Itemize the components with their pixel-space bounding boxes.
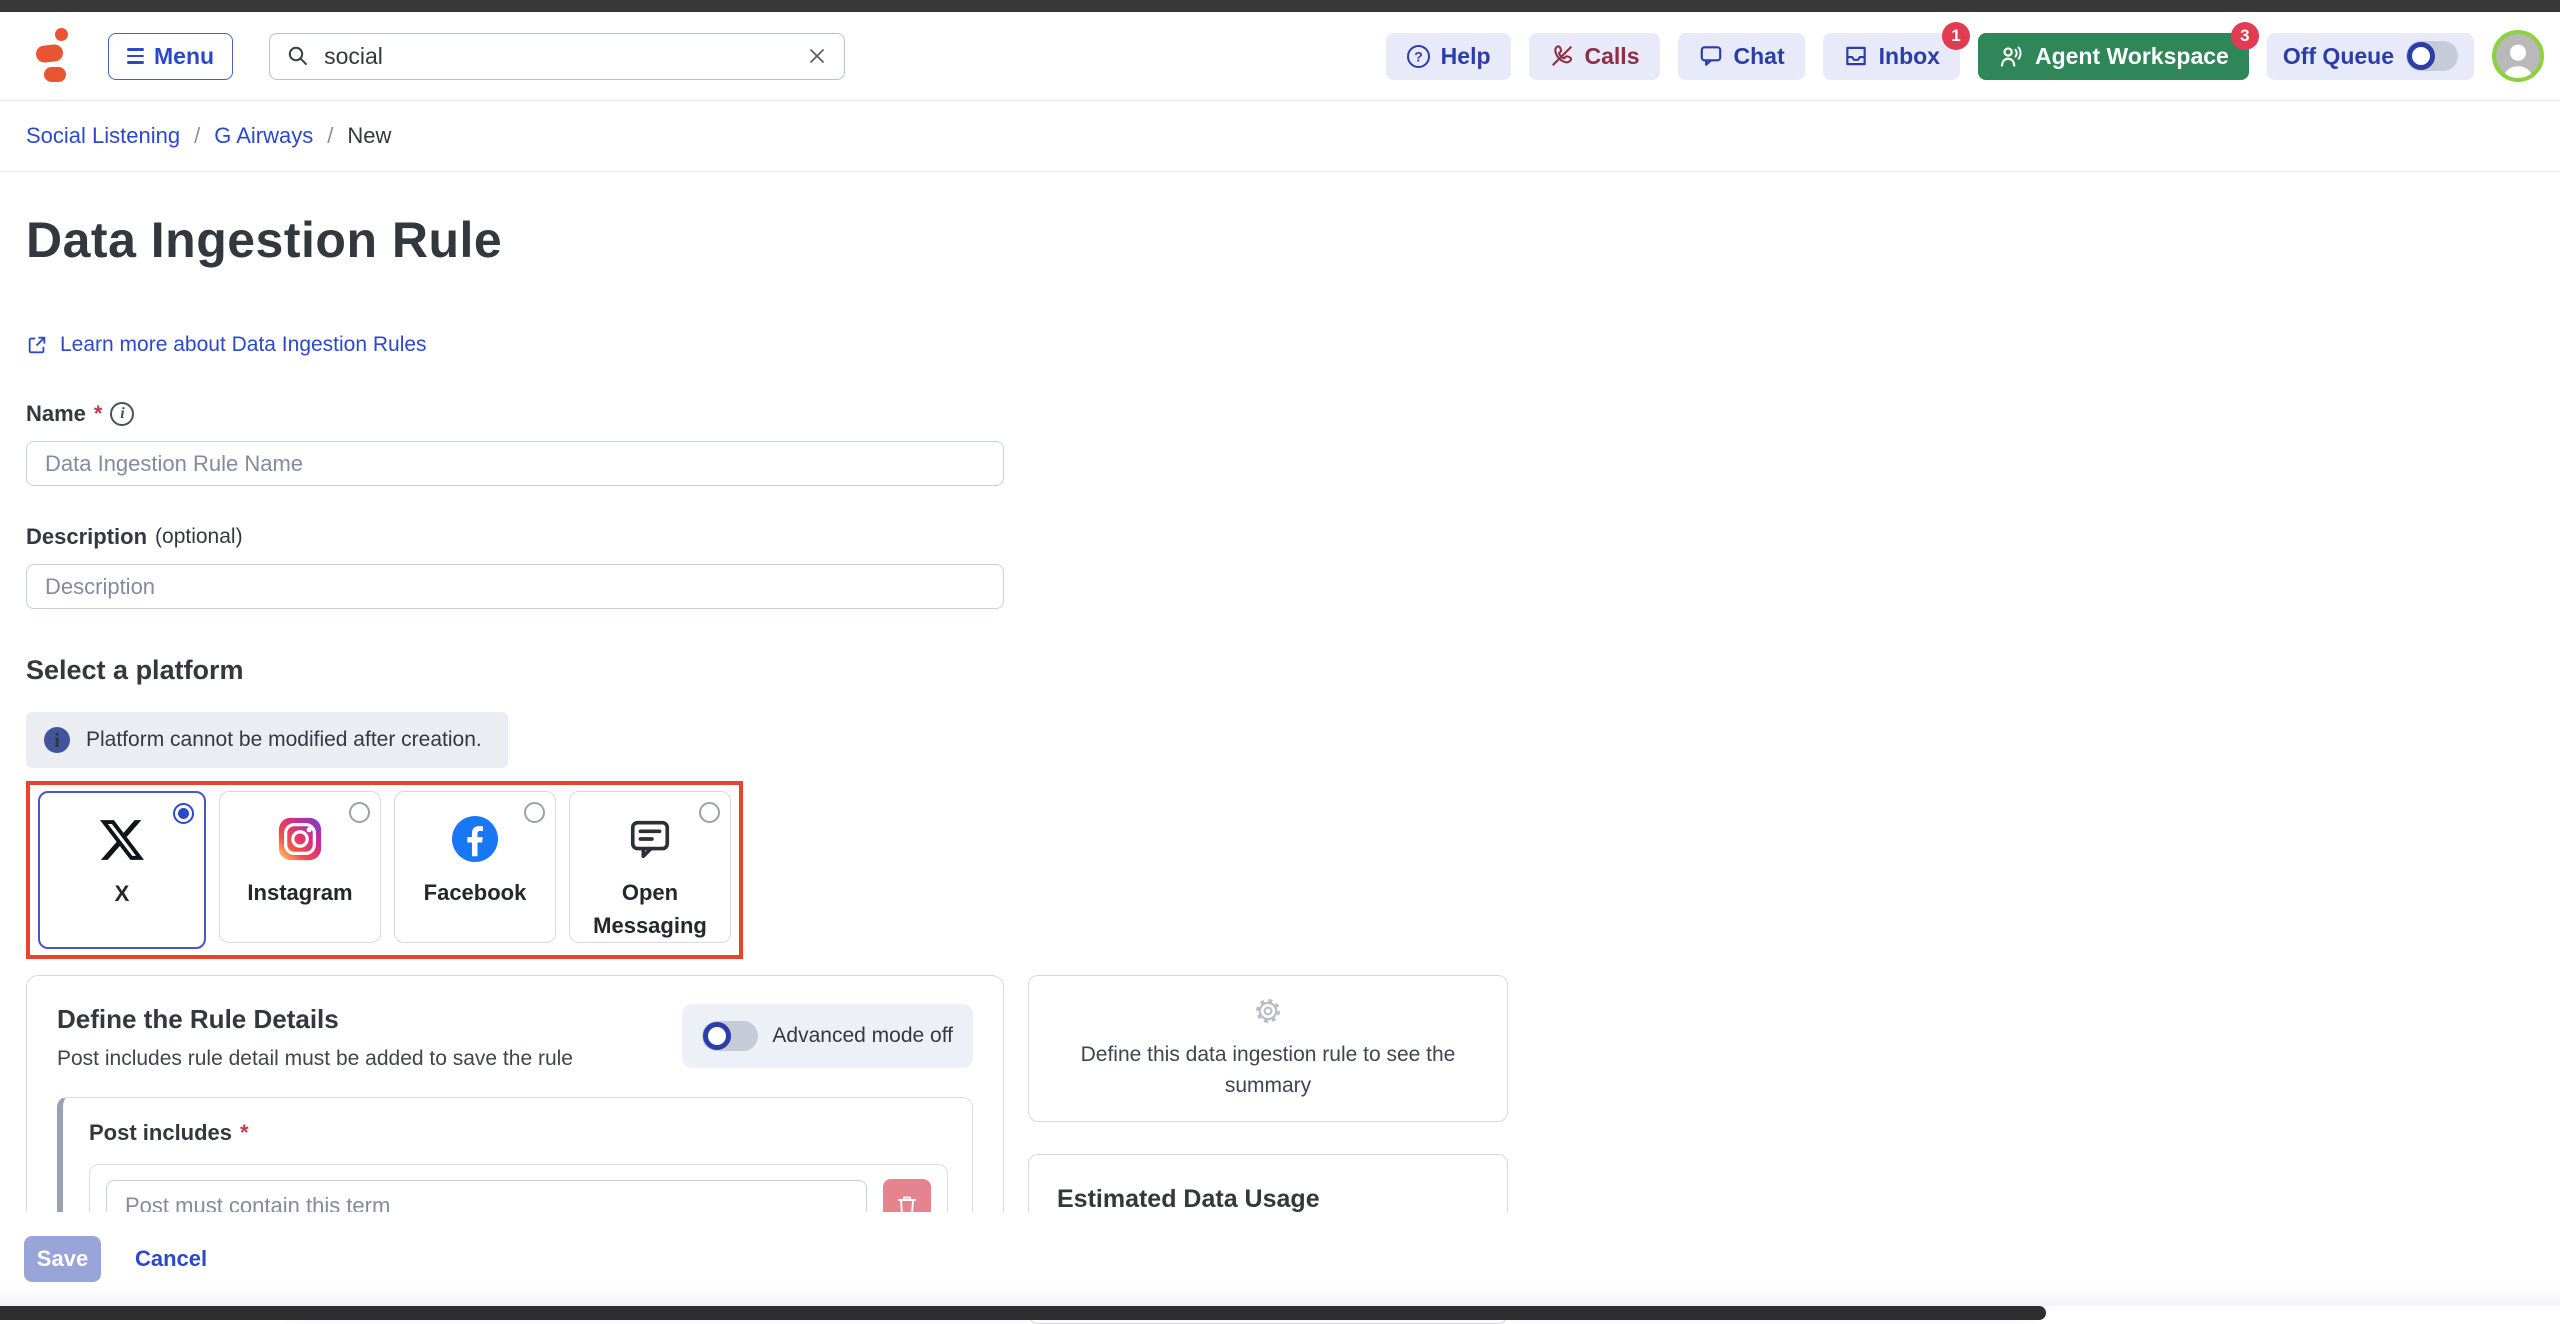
genesys-logo [36,28,70,84]
description-input[interactable] [26,564,1004,609]
breadcrumb-social-listening[interactable]: Social Listening [26,123,180,149]
clear-search-icon[interactable] [806,45,828,67]
chat-label: Chat [1734,43,1785,70]
hamburger-icon [127,48,144,63]
search-input[interactable] [324,43,792,70]
summary-empty-text: Define this data ingestion rule to see t… [1053,1040,1483,1101]
calls-button[interactable]: Calls [1529,33,1660,80]
platform-cards: X [38,791,731,949]
instagram-icon [277,814,323,864]
phone-slash-icon [1549,43,1575,69]
bottom-window-edge [0,1306,2046,1320]
rule-details-title: Define the Rule Details [57,1004,573,1035]
x-logo-icon [99,815,145,865]
help-icon: ? [1406,44,1431,69]
global-search[interactable] [269,33,845,80]
menu-button[interactable]: Menu [108,33,233,80]
required-asterisk: * [240,1120,249,1146]
breadcrumb-g-airways[interactable]: G Airways [214,123,313,149]
breadcrumb: Social Listening / G Airways / New [0,101,2560,172]
platform-notice-text: Platform cannot be modified after creati… [86,728,482,752]
breadcrumb-separator: / [327,123,333,149]
radio-facebook[interactable] [524,802,545,823]
main-content: Data Ingestion Rule Learn more about Dat… [0,173,2560,1324]
platform-card-instagram[interactable]: Instagram [219,791,381,943]
platform-label-open-messaging: Open Messaging [570,876,730,942]
advanced-mode-toggle[interactable] [702,1021,758,1051]
user-avatar[interactable] [2492,30,2544,82]
summary-empty-card: Define this data ingestion rule to see t… [1028,975,1508,1122]
description-optional: (optional) [155,525,243,549]
off-queue-control: Off Queue [2267,33,2474,80]
inbox-icon [1843,43,1869,69]
description-label-row: Description (optional) [26,524,2560,550]
top-bar: Menu ? Help Calls [0,12,2560,101]
off-queue-label: Off Queue [2283,43,2394,70]
footer-bar: Save Cancel [0,1212,2560,1306]
gear-icon [1253,996,1283,1026]
agent-workspace-button[interactable]: Agent Workspace 3 [1978,33,2249,80]
required-asterisk: * [94,401,103,427]
radio-x-selected[interactable] [173,803,194,824]
usage-title: Estimated Data Usage [1057,1185,1479,1214]
help-label: Help [1441,43,1491,70]
name-label: Name [26,401,86,427]
external-link-icon [26,334,48,356]
agent-workspace-label: Agent Workspace [2035,43,2229,70]
inbox-badge: 1 [1942,22,1970,50]
menu-label: Menu [154,43,214,70]
save-button[interactable]: Save [24,1236,101,1282]
platform-label-x: X [101,877,144,910]
open-messaging-icon [627,814,673,864]
learn-more-label: Learn more about Data Ingestion Rules [60,333,427,357]
page-title: Data Ingestion Rule [26,211,2560,269]
description-label: Description [26,524,147,550]
help-button[interactable]: ? Help [1386,33,1511,80]
breadcrumb-current: New [347,123,391,149]
post-includes-label-row: Post includes * [89,1120,948,1146]
annotation-highlight: X [26,781,743,959]
platform-label-facebook: Facebook [410,876,541,909]
calls-label: Calls [1585,43,1640,70]
rule-details-subtitle: Post includes rule detail must be added … [57,1047,573,1071]
chat-button[interactable]: Chat [1678,33,1805,80]
radio-open-messaging[interactable] [699,802,720,823]
search-icon [286,44,310,68]
svg-text:?: ? [1414,48,1423,64]
advanced-mode-control: Advanced mode off [682,1004,973,1068]
agent-workspace-badge: 3 [2231,22,2259,50]
advanced-mode-label: Advanced mode off [772,1024,953,1048]
name-info-icon[interactable]: i [110,402,134,426]
top-window-edge [0,0,2560,12]
platform-heading: Select a platform [26,655,2560,686]
breadcrumb-separator: / [194,123,200,149]
person-icon [2496,36,2540,82]
name-label-row: Name * i [26,401,2560,427]
chat-icon [1698,43,1724,69]
platform-card-x[interactable]: X [38,791,206,949]
facebook-icon [452,814,498,864]
off-queue-toggle[interactable] [2406,41,2458,71]
inbox-button[interactable]: Inbox 1 [1823,33,1960,80]
platform-notice: i Platform cannot be modified after crea… [26,712,508,768]
header-actions: ? Help Calls Chat Inbox 1 [1386,30,2544,82]
inbox-label: Inbox [1879,43,1940,70]
cancel-button[interactable]: Cancel [135,1246,207,1272]
post-includes-label: Post includes [89,1120,232,1146]
platform-card-open-messaging[interactable]: Open Messaging [569,791,731,943]
name-input[interactable] [26,441,1004,486]
platform-label-instagram: Instagram [233,876,366,909]
platform-card-facebook[interactable]: Facebook [394,791,556,943]
learn-more-link[interactable]: Learn more about Data Ingestion Rules [26,333,427,357]
agent-icon [1998,43,2025,70]
rule-details-header: Define the Rule Details Post includes ru… [57,1004,573,1071]
radio-instagram[interactable] [349,802,370,823]
info-icon: i [44,727,70,753]
